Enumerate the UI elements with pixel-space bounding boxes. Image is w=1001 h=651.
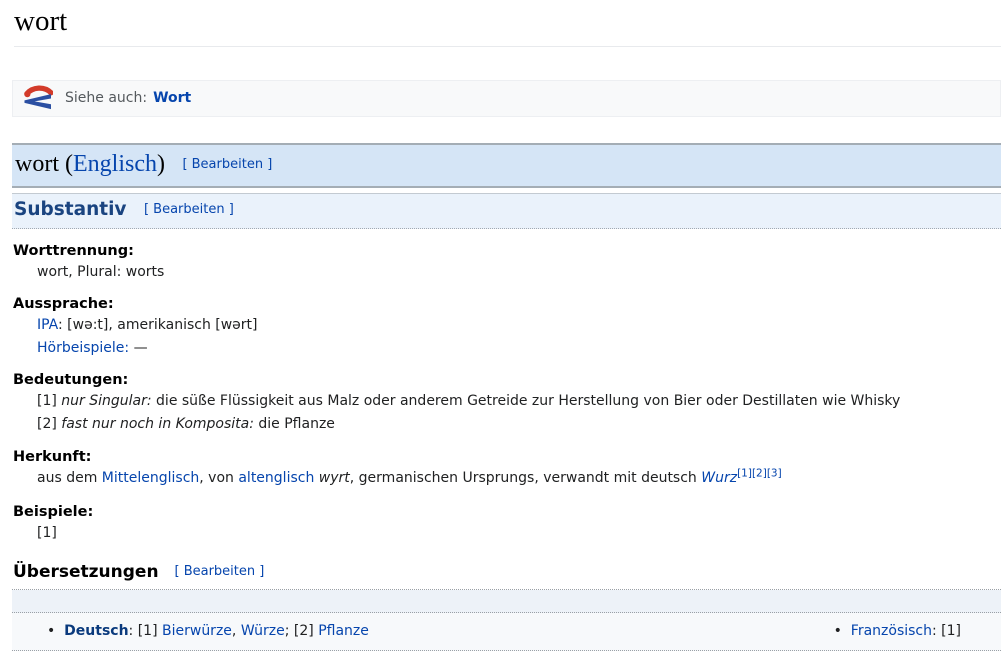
- pflanze-link[interactable]: Pflanze: [318, 623, 369, 639]
- de-sep-1: : [1]: [128, 622, 162, 639]
- herkunft-s1: aus dem: [37, 469, 102, 486]
- see-also-label: Siehe auch:: [65, 90, 148, 107]
- meaning-2-qualifier: fast nur noch in Komposita:: [61, 415, 254, 432]
- hoerbeispiele-text: —: [129, 339, 148, 356]
- uebersetzungen-heading: Übersetzungen [ Bearbeiten ]: [13, 562, 1001, 582]
- hoerbeispiele-link[interactable]: Hörbeispiele:: [37, 340, 129, 356]
- entry-word: wort (: [15, 150, 73, 177]
- franzoesisch-link[interactable]: Französisch: [851, 623, 932, 639]
- pos-section-header: Substantiv [ Bearbeiten ]: [12, 192, 1001, 229]
- see-also-link[interactable]: Wort: [153, 90, 191, 106]
- language-section-header: wort (Englisch) [ Bearbeiten ]: [12, 142, 1001, 188]
- herkunft-label: Herkunft:: [13, 448, 92, 465]
- language-link[interactable]: Englisch: [73, 151, 157, 177]
- meaning-2-text: die Pflanze: [253, 415, 335, 432]
- meaning-1-number: [1]: [37, 392, 62, 409]
- herkunft-text: aus dem Mittelenglisch, von altenglisch …: [37, 467, 1001, 488]
- reference-2-link[interactable]: [2]: [752, 467, 767, 479]
- pos-title: Substantiv: [14, 198, 127, 220]
- beispiele-item: [1]: [37, 524, 57, 541]
- uebersetzungen-title: Übersetzungen: [13, 561, 159, 582]
- translations-box: Deutsch: [1] Bierwürze, Würze; [2] Pflan…: [12, 588, 1001, 651]
- de-sep-2: ,: [231, 622, 241, 639]
- bierwuerze-link[interactable]: Bierwürze: [162, 623, 232, 639]
- edit-pos-section-link[interactable]: [ Bearbeiten ]: [144, 202, 234, 217]
- herkunft-s2: , von: [199, 469, 239, 486]
- meaning-1-qualifier: nur Singular:: [61, 392, 152, 409]
- deutsch-link[interactable]: Deutsch: [64, 623, 128, 639]
- bedeutungen-label: Bedeutungen:: [13, 371, 129, 388]
- entry-word-close: ): [156, 150, 165, 177]
- translations-column-right: Französisch: [1]: [834, 623, 1001, 639]
- ipa-link[interactable]: IPA: [37, 317, 58, 333]
- aussprache-label: Aussprache:: [13, 295, 114, 312]
- edit-uebersetzungen-link[interactable]: [ Bearbeiten ]: [174, 564, 264, 579]
- wyrt-term: wyrt: [318, 469, 350, 486]
- meaning-2: [2] fast nur noch in Komposita: die Pfla…: [37, 415, 1001, 434]
- fr-sep-1: : [1]: [932, 622, 961, 639]
- herkunft-s4: , germanischen Ursprungs, verwandt mit d…: [349, 469, 702, 486]
- dictionary-entry: Worttrennung: wort, Plural: worts Ausspr…: [13, 243, 1001, 543]
- meaning-1: [1] nur Singular: die süße Flüssigkeit a…: [37, 392, 1001, 411]
- page-title: wort: [14, 5, 68, 37]
- ipa-text: : [wə:t], amerikanisch [wərt]: [58, 316, 258, 333]
- translations-box-header: [12, 589, 1001, 613]
- ipa-line: IPA: [wə:t], amerikanisch [wərt]: [37, 316, 1001, 335]
- worttrennung-text: wort, Plural: worts: [37, 263, 165, 280]
- hoerbeispiele-line: Hörbeispiele: —: [37, 339, 1001, 358]
- translation-german: Deutsch: [1] Bierwürze, Würze; [2] Pflan…: [47, 623, 834, 639]
- worttrennung-label: Worttrennung:: [13, 242, 134, 259]
- edit-language-section-link[interactable]: [ Bearbeiten ]: [182, 157, 272, 172]
- mittelenglisch-link[interactable]: Mittelenglisch: [102, 470, 199, 486]
- translations-column-left: Deutsch: [1] Bierwürze, Würze; [2] Pflan…: [12, 623, 834, 639]
- see-also-box: Siehe auch: Wort: [12, 79, 1001, 117]
- wurz-link[interactable]: Wurz: [701, 470, 737, 486]
- translations-list: Deutsch: [1] Bierwürze, Würze; [2] Pflan…: [12, 612, 1001, 651]
- reference-3-link[interactable]: [3]: [767, 467, 782, 479]
- reference-1-link[interactable]: [1]: [737, 467, 752, 479]
- meaning-2-number: [2]: [37, 415, 62, 432]
- disambiguation-icon: [24, 85, 53, 109]
- wuerze-link[interactable]: Würze: [241, 623, 285, 639]
- page-header: wort: [14, 5, 1001, 47]
- translation-french: Französisch: [1]: [834, 623, 961, 639]
- de-sep-3: ; [2]: [284, 622, 319, 639]
- altenglisch-link[interactable]: altenglisch: [238, 470, 314, 486]
- meaning-1-text: die süße Flüssigkeit aus Malz oder ander…: [151, 392, 901, 409]
- beispiele-label: Beispiele:: [13, 503, 94, 520]
